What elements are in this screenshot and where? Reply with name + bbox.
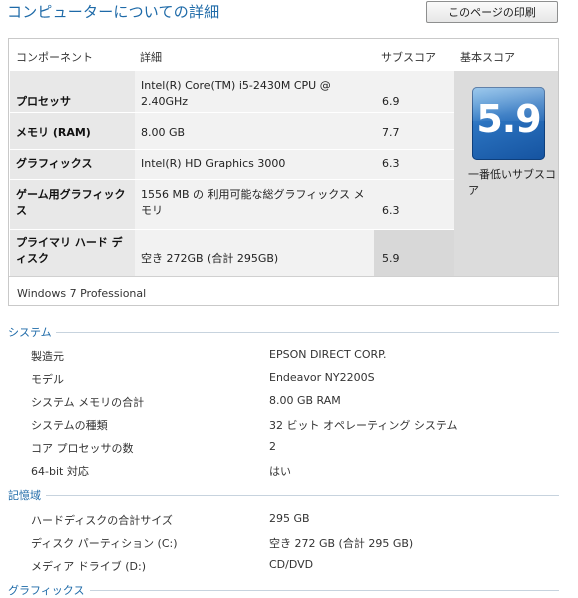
system-heading-rule xyxy=(56,332,559,333)
system-label: システム メモリの合計 xyxy=(31,396,145,409)
row-divider xyxy=(10,149,454,150)
system-value: 32 ビット オペレーティング システム xyxy=(269,419,458,432)
header-subscore: サブスコア xyxy=(381,51,436,64)
details-graphics: Intel(R) HD Graphics 3000 xyxy=(141,157,286,170)
system-value: はい xyxy=(269,465,291,478)
system-label: 64-bit 対応 xyxy=(31,465,89,478)
system-value: 8.00 GB RAM xyxy=(269,394,341,407)
windows-edition: Windows 7 Professional xyxy=(17,287,147,300)
details-memory: 8.00 GB xyxy=(141,126,186,139)
graphics-heading-rule xyxy=(90,590,559,591)
system-heading: システム xyxy=(8,326,52,339)
base-score-badge: 5.9 xyxy=(472,87,545,160)
storage-heading: 記憶域 xyxy=(8,489,41,502)
storage-label: ディスク パーティション (C:) xyxy=(31,537,178,550)
base-score-note: 一番低いサブスコア xyxy=(468,168,556,197)
base-score-value: 5.9 xyxy=(476,97,541,141)
row-divider xyxy=(10,229,454,230)
component-gaming-graphics: ゲーム用グラフィックス xyxy=(16,188,126,217)
storage-label: ハードディスクの合計サイズ xyxy=(31,514,173,527)
row-divider xyxy=(10,179,454,180)
subscore-gaming-graphics: 6.3 xyxy=(382,204,400,217)
component-graphics: グラフィックス xyxy=(16,157,93,170)
subscore-memory: 7.7 xyxy=(382,126,400,139)
system-label: システムの種類 xyxy=(31,419,108,432)
details-primary-disk: 空き 272GB (合計 295GB) xyxy=(141,252,279,265)
storage-label: メディア ドライブ (D:) xyxy=(31,560,146,573)
storage-value: CD/DVD xyxy=(269,558,314,571)
system-label: コア プロセッサの数 xyxy=(31,442,134,455)
edition-divider xyxy=(9,276,558,277)
component-memory: メモリ (RAM) xyxy=(16,126,91,139)
print-page-button[interactable]: このページの印刷 xyxy=(426,1,558,23)
subscore-graphics: 6.3 xyxy=(382,157,400,170)
details-gaming-graphics: 1556 MB の 利用可能な総グラフィックス メモリ xyxy=(141,188,365,217)
storage-heading-rule xyxy=(46,495,559,496)
subscore-primary-disk: 5.9 xyxy=(382,252,400,265)
system-label: 製造元 xyxy=(31,350,64,363)
system-value: 2 xyxy=(269,440,276,453)
component-processor: プロセッサ xyxy=(16,95,71,108)
page-title: コンピューターについての詳細 xyxy=(7,3,220,21)
score-table: コンポーネント 詳細 サブスコア 基本スコア プロセッサ Intel(R) Co… xyxy=(8,38,559,306)
system-value: EPSON DIRECT CORP. xyxy=(269,348,387,361)
subscore-processor: 6.9 xyxy=(382,95,400,108)
storage-value: 295 GB xyxy=(269,512,310,525)
system-value: Endeavor NY2200S xyxy=(269,371,375,384)
details-processor: Intel(R) Core(TM) i5-2430M CPU @ 2.40GHz xyxy=(141,79,331,108)
row-divider xyxy=(10,112,454,113)
header-base-score: 基本スコア xyxy=(460,51,515,64)
component-primary-disk: プライマリ ハード ディスク xyxy=(16,236,123,265)
header-details: 詳細 xyxy=(140,51,162,64)
header-component: コンポーネント xyxy=(16,51,93,64)
storage-value: 空き 272 GB (合計 295 GB) xyxy=(269,537,414,550)
system-label: モデル xyxy=(31,373,64,386)
